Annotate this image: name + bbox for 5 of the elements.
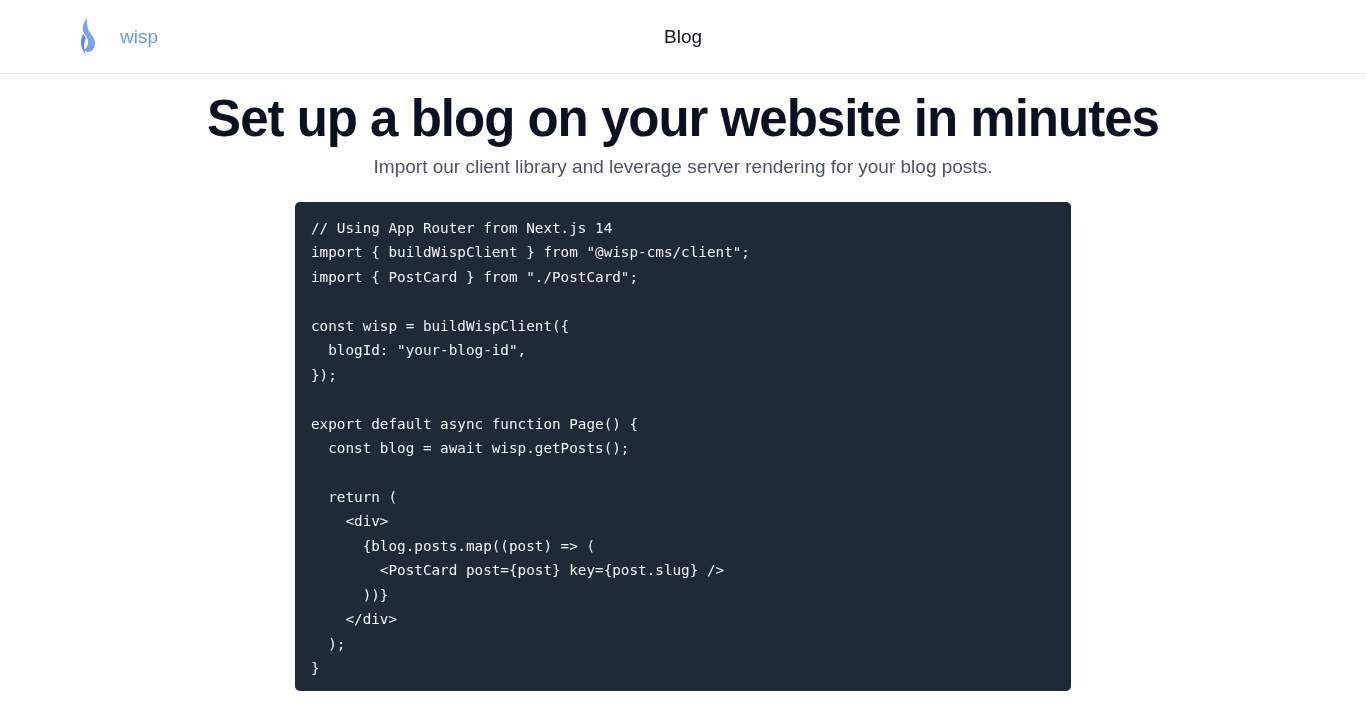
page-subtitle: Import our client library and leverage server rendering for your blog posts. bbox=[373, 156, 993, 178]
page-title: Set up a blog on your website in minutes bbox=[207, 89, 1159, 149]
flame-icon bbox=[78, 16, 98, 57]
code-block: // Using App Router from Next.js 14 import { buildWispClient } from "@wisp-cms/client"; import { PostCard } from "./PostCard"; const wisp = buildWispClient({ blogId: "your-blog-id", }); export default async function Page() { const blog = await wisp.getPosts(); return ( <div> {blog.posts.map((post) => ( <PostCard post={post} key={post.slug} /> ))} </div> ); } bbox=[295, 202, 1071, 691]
nav-link[interactable]: Blog bbox=[664, 25, 702, 47]
